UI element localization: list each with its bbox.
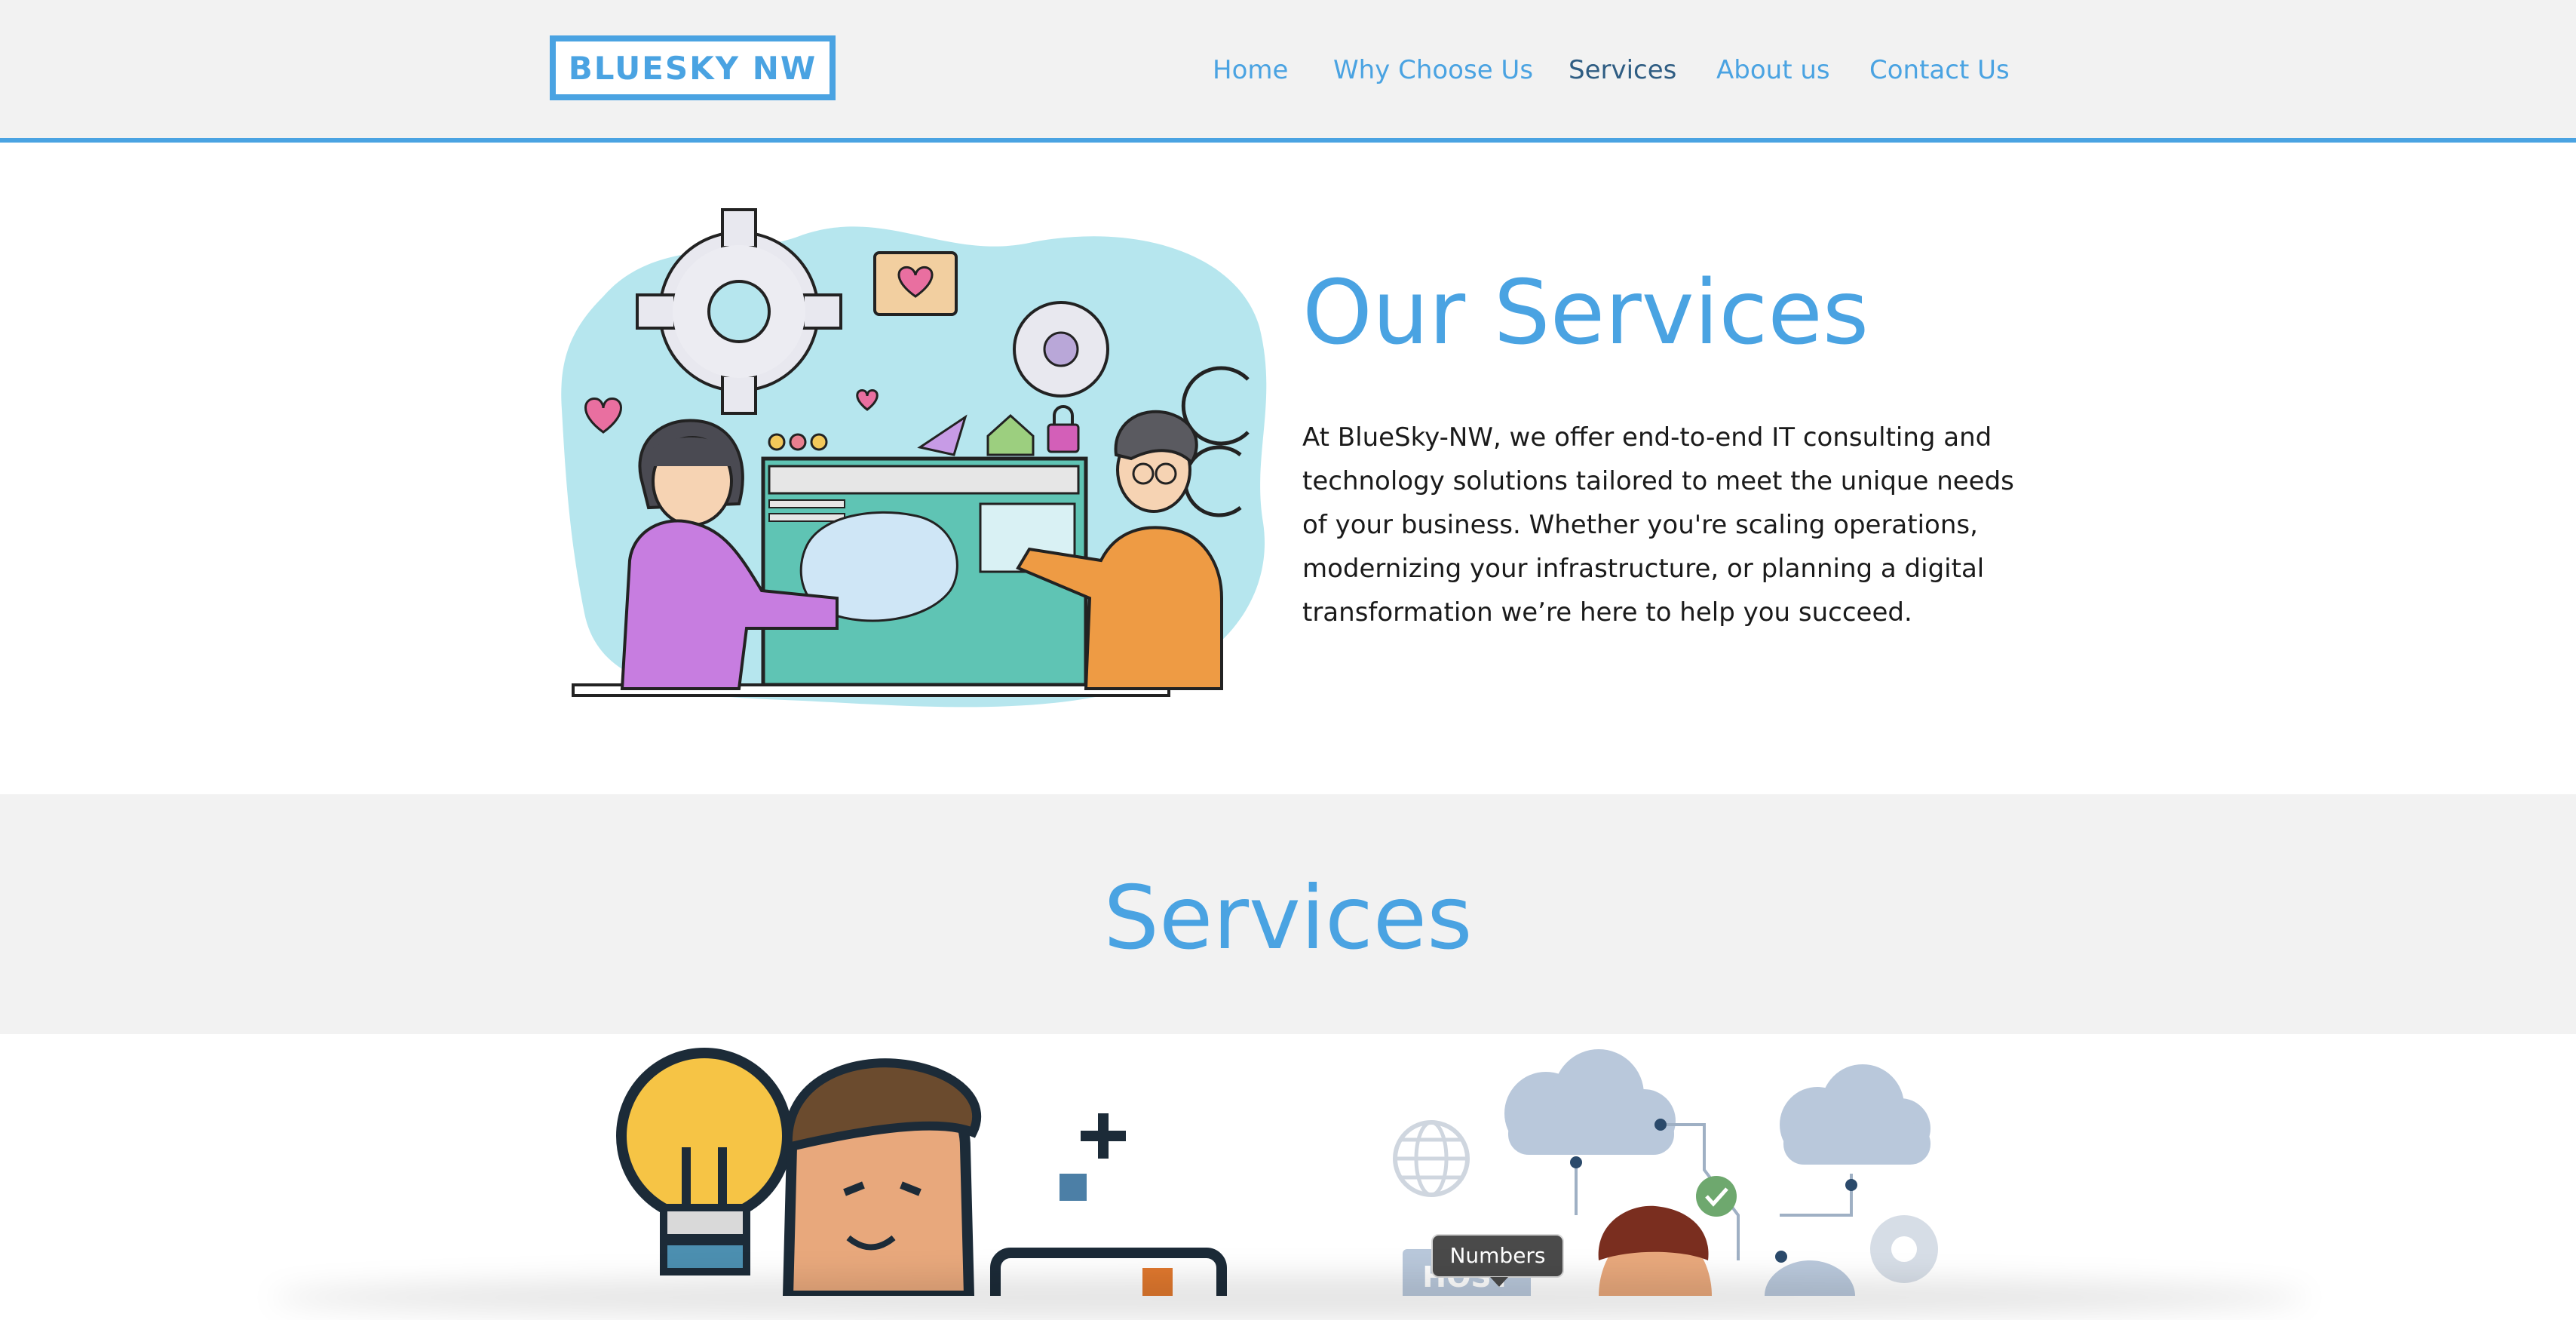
bottom-shadow <box>271 1275 2308 1320</box>
page-title: Our Services <box>1302 260 1869 364</box>
cloud-icon <box>1504 1049 1676 1155</box>
nav-about-us[interactable]: About us <box>1716 51 1830 89</box>
consulting-illustration <box>561 208 1267 708</box>
site-header: BLUESKY NW Home Why Choose Us Services A… <box>0 0 2576 143</box>
nav-why-choose-us[interactable]: Why Choose Us <box>1333 51 1533 89</box>
intro-paragraph: At BlueSky-NW, we offer end-to-end IT co… <box>1302 422 2014 628</box>
plus-icon <box>1081 1113 1126 1159</box>
numbers-tooltip: Numbers <box>1431 1234 1564 1287</box>
nav-home[interactable]: Home <box>1213 51 1288 89</box>
person-face-icon <box>782 1058 981 1296</box>
section-title: Services <box>1103 867 1473 969</box>
idea-illustration <box>616 1048 1227 1296</box>
logo-text: BLUESKY NW <box>568 49 817 87</box>
nav-services[interactable]: Services <box>1569 51 1676 89</box>
bluesky-logo[interactable]: BLUESKY NW <box>550 35 836 100</box>
gear-icon <box>1870 1215 1938 1283</box>
service-cards: HOST Numbers <box>0 1034 2576 1296</box>
cloud-icon <box>1780 1064 1930 1165</box>
services-header-band: Services <box>0 794 2576 1034</box>
hero-section: Our Services At BlueSky-NW, we offer end… <box>0 143 2576 794</box>
lock-icon <box>1047 423 1080 453</box>
small-gear-icon <box>1013 301 1109 398</box>
checkmark-icon <box>1696 1176 1737 1217</box>
lightbulb-icon <box>616 1048 793 1275</box>
nav-contact-us[interactable]: Contact Us <box>1869 51 2010 89</box>
